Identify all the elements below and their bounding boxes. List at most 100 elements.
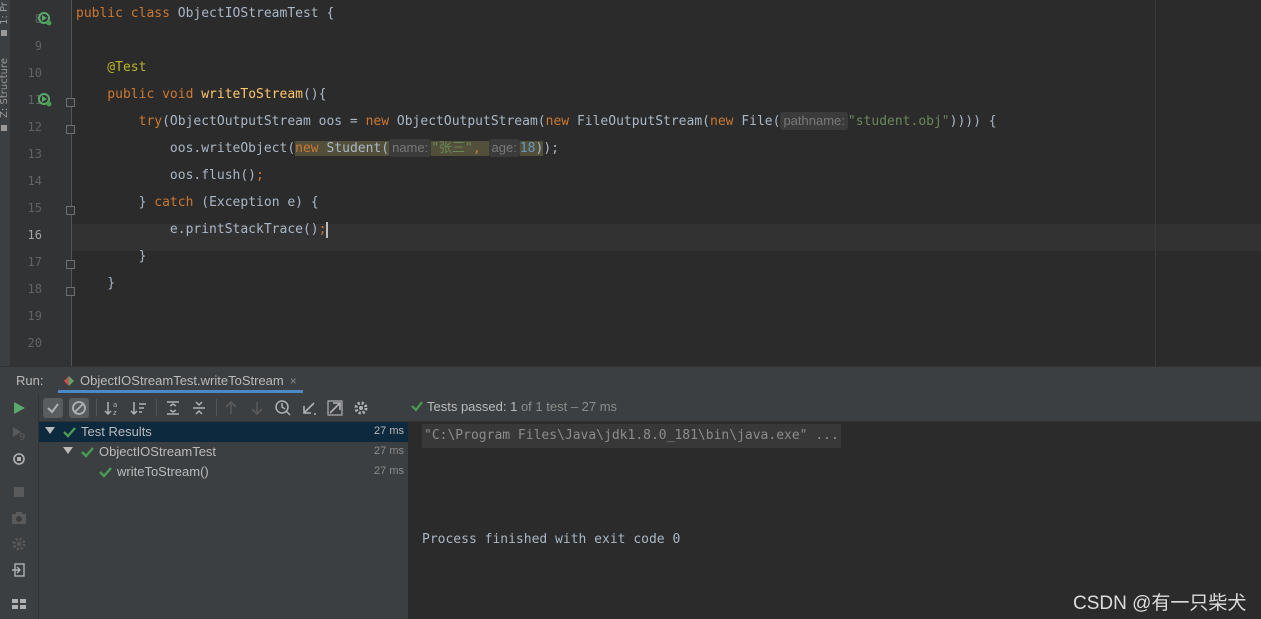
project-tab-icon <box>1 30 7 36</box>
code-token: ; <box>256 168 264 183</box>
show-ignored-button[interactable] <box>69 398 89 418</box>
code-line[interactable]: } <box>76 270 115 297</box>
code-token: ObjectIOStreamTest { <box>177 6 335 21</box>
line-number: 14 <box>27 174 42 188</box>
import-tests-icon[interactable] <box>299 398 319 418</box>
code-token: } <box>76 195 155 210</box>
code-token: (Exception e) { <box>201 195 319 210</box>
passed-check-icon <box>99 467 112 478</box>
camera-icon[interactable] <box>11 510 27 526</box>
line-number: 15 <box>27 201 42 215</box>
line-number: 9 <box>34 39 42 53</box>
code-token: "张三" <box>431 141 473 156</box>
editor-gutter: 8 9 10 11 12 13 14 15 16 17 18 19 20 <box>11 0 75 366</box>
run-class-icon[interactable] <box>38 12 52 26</box>
close-icon[interactable]: × <box>290 374 297 388</box>
code-token: 18 <box>519 141 536 156</box>
rerun-icon[interactable] <box>11 400 27 416</box>
line-number: 20 <box>27 336 42 350</box>
tree-row-label: Test Results <box>81 424 152 439</box>
code-token: new <box>295 141 327 156</box>
export-results-icon[interactable] <box>325 398 345 418</box>
code-token: (){ <box>302 87 327 102</box>
test-results-tree: Test Results 27 ms ObjectIOStreamTest 27… <box>39 422 409 619</box>
right-margin-guide <box>1155 0 1156 366</box>
expand-arrow-icon[interactable] <box>45 427 55 434</box>
code-line[interactable]: public void writeToStream(){ <box>76 81 326 108</box>
console-exit-message: Process finished with exit code 0 <box>422 532 681 547</box>
code-token: catch <box>154 195 202 210</box>
code-line[interactable]: e.printStackTrace(); <box>76 216 329 243</box>
run-tab-title: ObjectIOStreamTest.writeToStream <box>80 373 284 388</box>
code-token: (ObjectOutputStream oos = <box>162 114 366 129</box>
code-line[interactable]: try(ObjectOutputStream oos = new ObjectO… <box>76 108 997 135</box>
code-line[interactable]: @Test <box>76 54 146 81</box>
code-token: } <box>76 249 147 264</box>
tree-row-test-method[interactable]: writeToStream() 27 ms <box>39 462 408 482</box>
line-number: 19 <box>27 309 42 323</box>
code-token: ); <box>543 141 559 156</box>
test-status: Tests passed: 1 of 1 test – 27 ms <box>411 399 617 414</box>
layout-icon[interactable] <box>11 596 27 612</box>
structure-tab-icon <box>1 125 7 131</box>
collapse-all-icon[interactable] <box>189 398 209 418</box>
code-token: FileOutputStream( <box>576 114 710 129</box>
toolbar-separator <box>96 399 97 416</box>
history-icon[interactable] <box>273 398 293 418</box>
expand-arrow-icon[interactable] <box>63 447 73 454</box>
watermark: CSDN @有一只柴犬 <box>1073 593 1247 614</box>
check-icon <box>47 403 59 414</box>
run-tool-window-header: Run: ObjectIOStreamTest.writeToStream × <box>0 366 1261 394</box>
previous-failed-icon[interactable] <box>221 398 241 418</box>
code-token: oos.flush() <box>76 168 257 183</box>
tree-row-test-results[interactable]: Test Results 27 ms <box>39 422 408 442</box>
run-configuration-tab[interactable]: ObjectIOStreamTest.writeToStream × <box>58 367 303 393</box>
project-tab-label[interactable]: 1: Pr <box>0 2 10 25</box>
line-number: 12 <box>27 120 42 134</box>
code-token: } <box>76 276 116 291</box>
test-runner-toolbar: az Tests passed: 1 of 1 test – 27 ms <box>39 394 1261 422</box>
code-token: oos.writeObject( <box>76 141 296 156</box>
show-passed-button[interactable] <box>43 398 63 418</box>
tree-row-test-class[interactable]: ObjectIOStreamTest 27 ms <box>39 442 408 462</box>
code-line[interactable]: oos.flush(); <box>76 162 264 189</box>
code-token: e.printStackTrace() <box>76 222 319 237</box>
tree-row-label: writeToStream() <box>117 464 209 479</box>
code-token: @Test <box>76 60 147 75</box>
next-failed-icon[interactable] <box>247 398 267 418</box>
svg-text:z: z <box>113 409 117 417</box>
line-number: 10 <box>27 66 42 80</box>
gear-icon[interactable] <box>351 398 371 418</box>
code-token: writeToStream <box>201 87 303 102</box>
rerun-failed-icon[interactable]: 9 <box>11 425 27 441</box>
passed-check-icon <box>411 401 423 412</box>
sort-by-duration-icon[interactable] <box>129 398 149 418</box>
code-line[interactable]: } <box>76 243 147 270</box>
code-line[interactable]: public class ObjectIOStreamTest { <box>76 0 334 27</box>
console-command-line[interactable]: "C:\Program Files\Java\jdk1.8.0_181\bin\… <box>422 424 841 448</box>
tree-row-label: ObjectIOStreamTest <box>99 444 217 459</box>
structure-tab-label[interactable]: Z: Structure <box>0 58 10 118</box>
settings-disabled-icon[interactable] <box>11 536 27 552</box>
run-side-toolbar: 9 <box>0 394 39 619</box>
sort-alphabetically-icon[interactable]: az <box>103 398 123 418</box>
exit-icon[interactable] <box>11 562 27 578</box>
parameter-hint: name: <box>389 139 432 157</box>
stop-icon[interactable] <box>11 484 27 500</box>
code-token: )))) { <box>949 114 997 129</box>
run-label: Run: <box>16 373 44 388</box>
code-editor[interactable]: public class ObjectIOStreamTest { @Test … <box>72 0 1261 366</box>
code-token: try <box>76 114 163 129</box>
code-line[interactable]: oos.writeObject(new Student(name: "张三", a… <box>76 135 559 162</box>
code-token: File( <box>741 114 781 129</box>
passed-check-icon <box>63 427 76 438</box>
code-token: , <box>472 141 489 156</box>
test-config-icon <box>64 376 74 386</box>
toggle-auto-test-icon[interactable] <box>11 451 27 467</box>
expand-all-icon[interactable] <box>163 398 183 418</box>
code-token: public void <box>76 87 202 102</box>
passed-check-icon <box>81 447 94 458</box>
run-test-icon[interactable] <box>38 93 52 107</box>
code-line[interactable]: } catch (Exception e) { <box>76 189 319 216</box>
status-suffix: of 1 test – 27 ms <box>517 399 618 414</box>
